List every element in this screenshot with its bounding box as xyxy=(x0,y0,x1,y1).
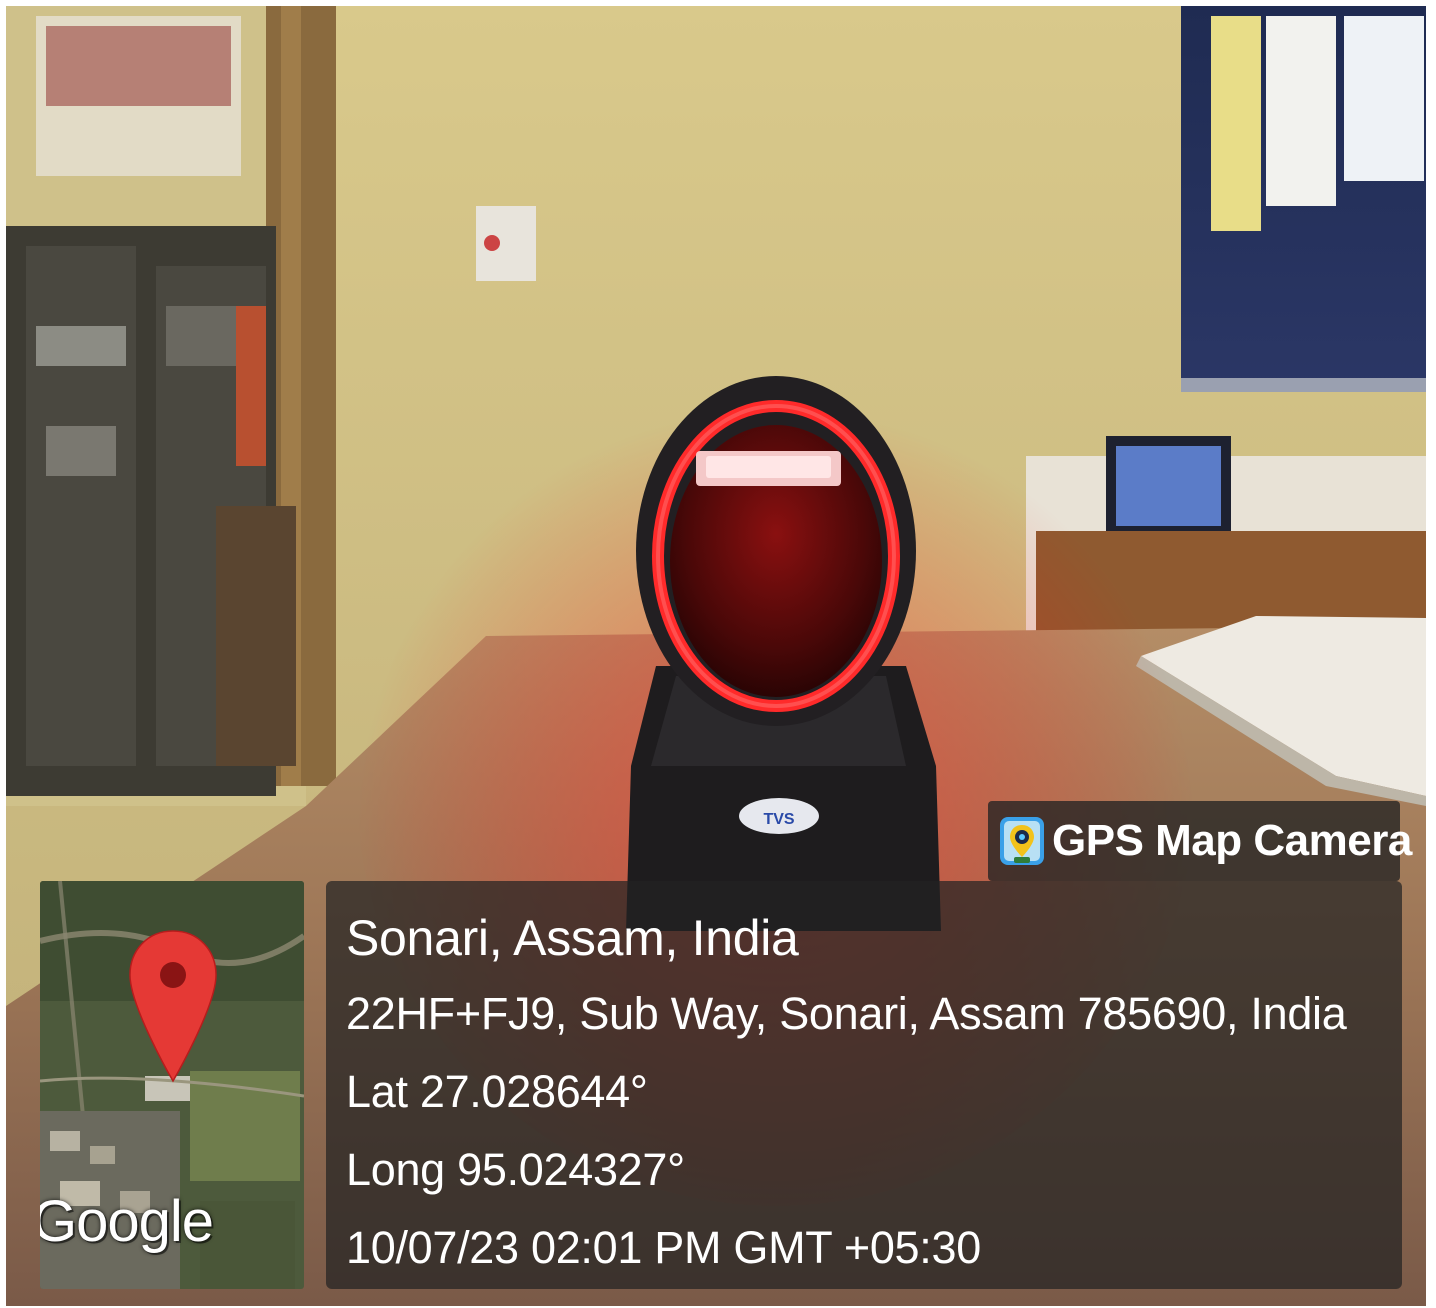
timestamp: 10/07/23 02:01 PM GMT +05:30 xyxy=(346,1222,981,1273)
photo: TVS GPS Map Camera Google Sonari, Assam,… xyxy=(6,6,1426,1306)
place-name: Sonari, Assam, India xyxy=(346,910,799,966)
longitude: Long 95.024327° xyxy=(346,1144,685,1195)
gps-watermark-badge: GPS Map Camera xyxy=(988,801,1412,881)
latitude: Lat 27.028644° xyxy=(346,1066,648,1117)
gps-map-camera-icon xyxy=(1000,817,1044,865)
full-address: 22HF+FJ9, Sub Way, Sonari, Assam 785690,… xyxy=(346,988,1347,1039)
map-thumbnail: Google xyxy=(40,881,304,1289)
watermark-app-name: GPS Map Camera xyxy=(1052,816,1412,865)
brand-label: TVS xyxy=(763,811,794,828)
location-info-panel: Sonari, Assam, India 22HF+FJ9, Sub Way, … xyxy=(326,881,1402,1289)
map-attribution: Google xyxy=(40,1189,214,1254)
